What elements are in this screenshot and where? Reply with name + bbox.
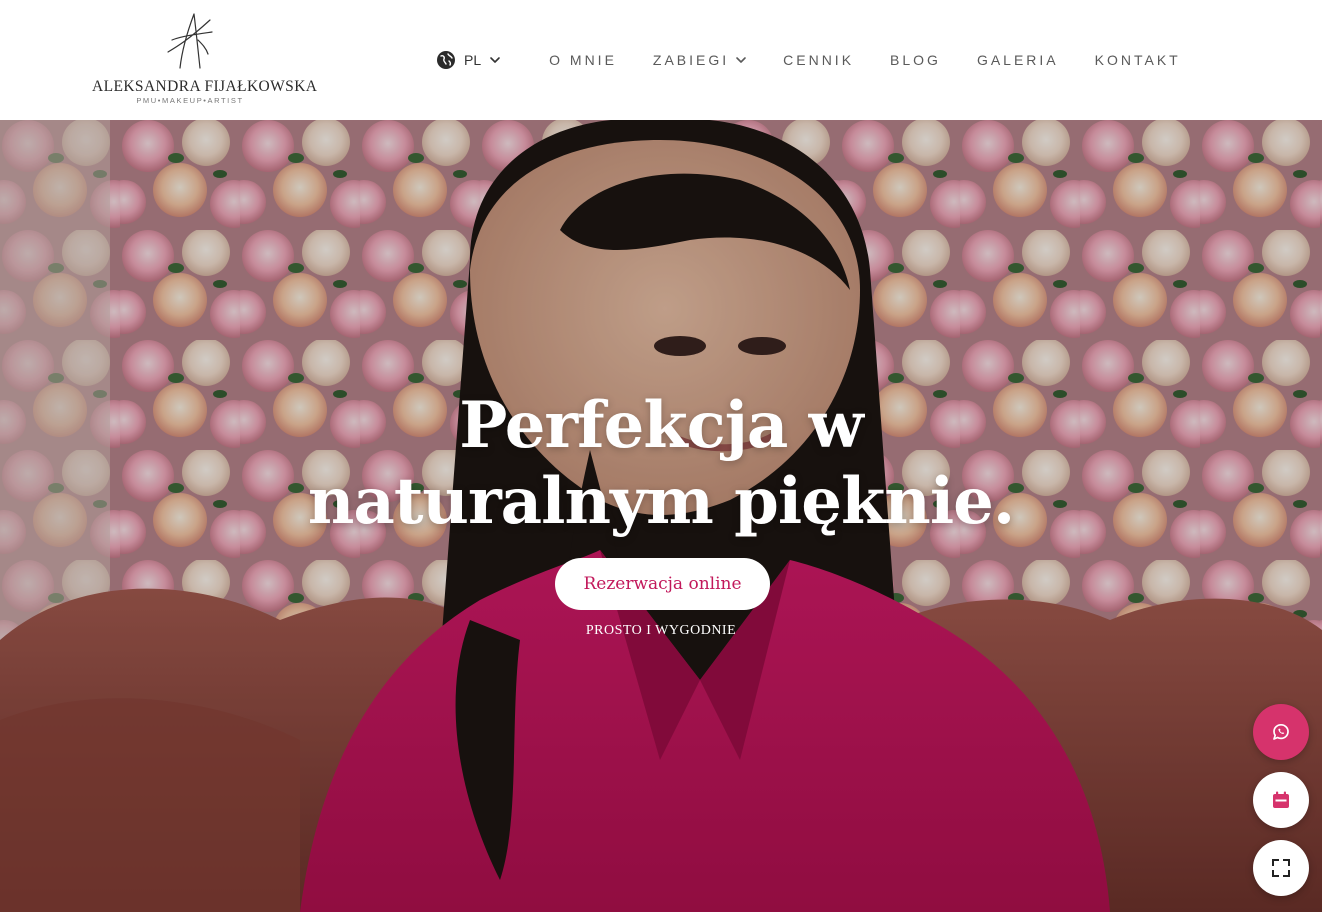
globe-icon: [437, 51, 455, 69]
fullscreen-button[interactable]: [1253, 840, 1309, 896]
nav-item-label: O MNIE: [549, 52, 617, 68]
nav-item-cennik[interactable]: CENNIK: [783, 52, 854, 68]
booking-subtitle: PROSTO I WYGODNIE: [585, 623, 737, 638]
hero-title: Perfekcja w naturalnym pięknie.: [0, 388, 1322, 540]
logo[interactable]: ALEKSANDRA FIJAŁKOWSKA PMU•MAKEUP•ARTIST: [92, 10, 318, 110]
hero-section: Perfekcja w naturalnym pięknie. Rezerwac…: [0, 120, 1322, 912]
nav-item-blog[interactable]: BLOG: [890, 52, 941, 68]
nav-item-label: ZABIEGI: [652, 52, 730, 68]
online-booking-button[interactable]: Rezerwacja online: [555, 558, 770, 610]
calendar-icon: [1273, 791, 1289, 808]
logo-tagline: PMU•MAKEUP•ARTIST: [136, 96, 244, 105]
nav-item-kontakt[interactable]: KONTAKT: [1095, 52, 1181, 68]
expand-icon: [1272, 859, 1290, 877]
hero-title-line-2: naturalnym pięknie.: [307, 464, 1015, 539]
nav-item-zabiegi[interactable]: ZABIEGI: [653, 52, 747, 68]
signature-logo-icon: [167, 13, 213, 69]
nav-item-label: KONTAKT: [1094, 52, 1181, 68]
hero-title-line-1: Perfekcja w: [459, 388, 863, 463]
logo-name: ALEKSANDRA FIJAŁKOWSKA: [92, 78, 318, 95]
whatsapp-icon: [1273, 723, 1289, 740]
nav-item-o-mnie[interactable]: O MNIE: [549, 52, 617, 68]
nav-item-label: GALERIA: [976, 52, 1059, 68]
nav-item-galeria[interactable]: GALERIA: [977, 52, 1059, 68]
nav-item-label: CENNIK: [783, 52, 855, 68]
calendar-button[interactable]: [1253, 772, 1309, 828]
chevron-down-icon: [490, 57, 500, 63]
nav-item-label: BLOG: [890, 52, 941, 68]
chevron-down-icon: [736, 57, 746, 63]
whatsapp-button[interactable]: [1253, 704, 1309, 760]
language-label: PL: [464, 52, 482, 68]
site-header: ALEKSANDRA FIJAŁKOWSKA PMU•MAKEUP•ARTIST…: [0, 0, 1322, 120]
main-nav: PL O MNIE ZABIEGI CENNIK BLOG GALERIA KO…: [436, 0, 1181, 120]
language-switcher[interactable]: PL: [436, 50, 501, 70]
